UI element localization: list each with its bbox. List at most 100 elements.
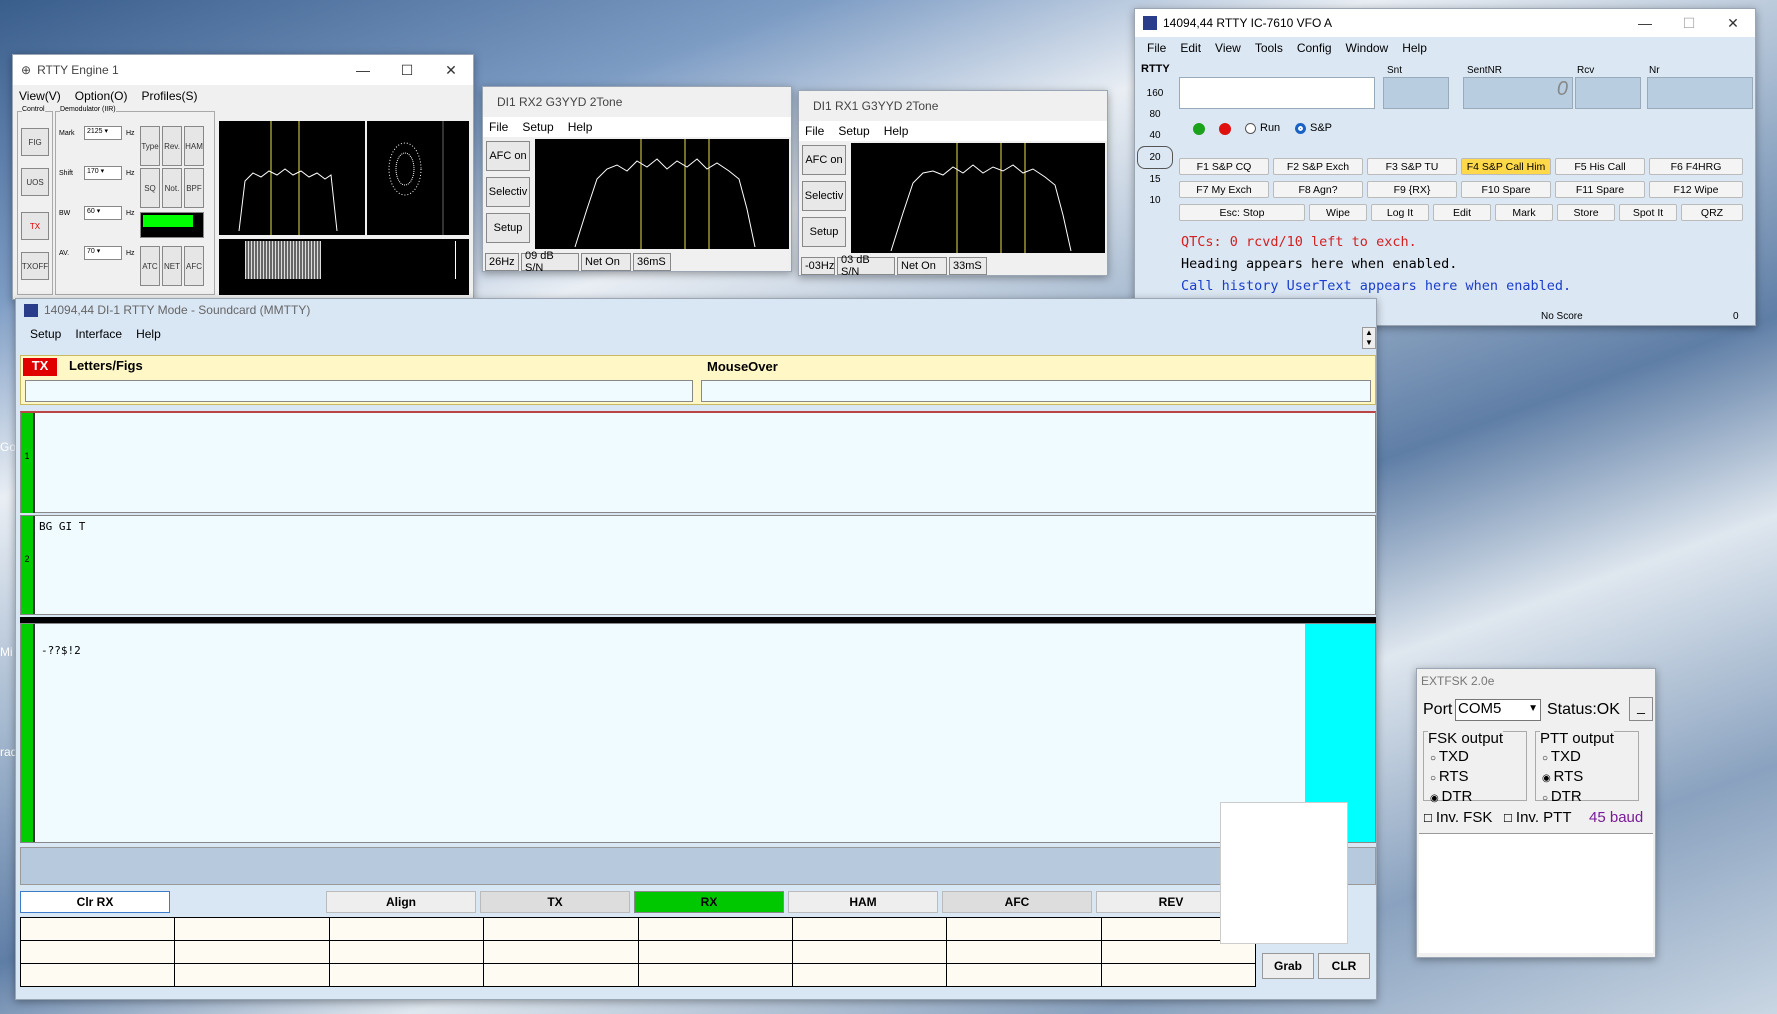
menu-window[interactable]: Window xyxy=(1346,41,1389,55)
selectiv-button[interactable]: Selectiv xyxy=(486,177,530,207)
bw-select[interactable]: 60 ▾ xyxy=(84,206,122,220)
f10-button[interactable]: F10 Spare xyxy=(1461,181,1551,198)
menu-view[interactable]: View(V) xyxy=(19,89,61,103)
macro-cell[interactable] xyxy=(328,940,485,964)
run-radio[interactable]: Run xyxy=(1245,122,1280,134)
not-button[interactable]: Not. xyxy=(162,168,182,208)
afc-button[interactable]: AFC xyxy=(942,891,1092,913)
afc-on-button[interactable]: AFC on xyxy=(486,141,530,171)
close-button[interactable]: ✕ xyxy=(429,62,473,79)
tx-button[interactable]: TX xyxy=(21,212,49,240)
menu-file[interactable]: File xyxy=(489,120,508,134)
f3-button[interactable]: F3 S&P TU xyxy=(1367,158,1457,175)
fsk-rts-radio[interactable]: ○ RTS xyxy=(1430,768,1472,788)
maximize-button[interactable]: ☐ xyxy=(385,62,429,79)
macro-cell[interactable] xyxy=(637,963,793,987)
net-button[interactable]: NET xyxy=(162,246,182,286)
band-15[interactable]: 15 xyxy=(1137,169,1173,190)
maximize-button[interactable]: ☐ xyxy=(1667,15,1711,32)
menu-profiles[interactable]: Profiles(S) xyxy=(141,89,197,103)
macro-cell[interactable] xyxy=(946,963,1102,987)
macro-cell[interactable] xyxy=(791,940,948,964)
inv-ptt-checkbox[interactable]: ☐ Inv. PTT xyxy=(1503,809,1571,826)
f9-button[interactable]: F9 {RX} xyxy=(1367,181,1457,198)
f6-button[interactable]: F6 F4HRG xyxy=(1649,158,1743,175)
macro-cell[interactable] xyxy=(1100,963,1257,987)
menu-help[interactable]: Help xyxy=(884,124,909,138)
band-80[interactable]: 80 xyxy=(1137,104,1173,125)
minimize-button[interactable]: — xyxy=(1623,15,1667,31)
macro-cell[interactable] xyxy=(946,917,1102,941)
menu-help[interactable]: Help xyxy=(1402,41,1427,55)
afc-on-button[interactable]: AFC on xyxy=(802,145,846,175)
spot-it-button[interactable]: Spot It xyxy=(1619,204,1677,221)
macro-cell[interactable] xyxy=(174,940,330,964)
log-it-button[interactable]: Log It xyxy=(1371,204,1429,221)
xy-scope[interactable] xyxy=(367,121,469,235)
menu-setup[interactable]: Setup xyxy=(30,327,61,341)
spectrum-scope[interactable] xyxy=(219,121,365,235)
macro-cell[interactable] xyxy=(483,917,639,941)
menu-setup[interactable]: Setup xyxy=(522,120,553,134)
macro-cell[interactable] xyxy=(483,940,639,964)
av-select[interactable]: 70 ▾ xyxy=(84,246,122,260)
band-10[interactable]: 10 xyxy=(1137,190,1173,211)
ham-button[interactable]: HAM xyxy=(788,891,938,913)
f1-button[interactable]: F1 S&P CQ xyxy=(1179,158,1269,175)
band-40[interactable]: 40 xyxy=(1137,125,1173,146)
tx-text-pane[interactable]: -??$!2 xyxy=(20,623,1376,843)
fsk-txd-radio[interactable]: ○ TXD xyxy=(1430,748,1472,768)
menu-view[interactable]: View xyxy=(1215,41,1241,55)
menu-help[interactable]: Help xyxy=(136,327,161,341)
minimize-button[interactable]: — xyxy=(341,62,385,78)
clr-rx-button[interactable]: Clr RX xyxy=(20,891,170,913)
mouseover-field[interactable] xyxy=(701,380,1371,402)
menu-option[interactable]: Option(O) xyxy=(75,89,128,103)
rcv-input[interactable] xyxy=(1575,77,1641,109)
store-button[interactable]: Store xyxy=(1557,204,1615,221)
macro-cell[interactable] xyxy=(19,963,176,987)
macro-cell[interactable] xyxy=(637,940,793,964)
f5-button[interactable]: F5 His Call xyxy=(1555,158,1645,175)
atc-button[interactable]: ATC xyxy=(140,246,160,286)
f7-button[interactable]: F7 My Exch xyxy=(1179,181,1269,198)
txoff-button[interactable]: TXOFF xyxy=(21,252,49,280)
afc-button[interactable]: AFC xyxy=(184,246,204,286)
f2-button[interactable]: F2 S&P Exch xyxy=(1273,158,1363,175)
port-select[interactable]: COM5 ▼ xyxy=(1455,699,1541,721)
menu-interface[interactable]: Interface xyxy=(75,327,122,341)
snt-input[interactable] xyxy=(1383,77,1449,109)
sentnr-input[interactable]: 0 xyxy=(1463,77,1573,109)
macro-cell[interactable] xyxy=(174,917,330,941)
ptt-rts-radio[interactable]: ◉ RTS xyxy=(1542,768,1583,788)
band-160[interactable]: 160 xyxy=(1137,83,1173,104)
ptt-txd-radio[interactable]: ○ TXD xyxy=(1542,748,1583,768)
f12-button[interactable]: F12 Wipe xyxy=(1649,181,1743,198)
ptt-dtr-radio[interactable]: ○ DTR xyxy=(1542,788,1583,808)
sq-button[interactable]: SQ xyxy=(140,168,160,208)
band-20[interactable]: 20 xyxy=(1137,146,1173,169)
menu-help[interactable]: Help xyxy=(568,120,593,134)
rev-button[interactable]: Rev. xyxy=(162,126,182,166)
clr-button[interactable]: CLR xyxy=(1318,953,1370,979)
rx2-text-pane[interactable]: 2 BG GI T xyxy=(20,515,1376,615)
bpf-button[interactable]: BPF xyxy=(184,168,204,208)
wipe-button[interactable]: Wipe xyxy=(1309,204,1367,221)
ham-button[interactable]: HAM xyxy=(184,126,204,166)
callsign-input[interactable] xyxy=(1179,77,1375,109)
rx1-text-pane[interactable]: 1 xyxy=(20,411,1376,513)
tx-badge[interactable]: TX xyxy=(23,358,57,376)
sp-radio[interactable]: S&P xyxy=(1295,122,1332,134)
rx2-spectrum[interactable] xyxy=(535,139,789,249)
waterfall-display[interactable] xyxy=(219,239,469,295)
setup-button[interactable]: Setup xyxy=(486,213,530,243)
macro-cell[interactable] xyxy=(19,917,176,941)
inv-fsk-checkbox[interactable]: ☐ Inv. FSK xyxy=(1423,809,1492,826)
f11-button[interactable]: F11 Spare xyxy=(1555,181,1645,198)
menu-tools[interactable]: Tools xyxy=(1255,41,1283,55)
setup-button[interactable]: Setup xyxy=(802,217,846,247)
macro-cell[interactable] xyxy=(946,940,1102,964)
close-button[interactable]: ✕ xyxy=(1711,15,1755,32)
tx-button[interactable]: TX xyxy=(480,891,630,913)
fsk-dtr-radio[interactable]: ◉ DTR xyxy=(1430,788,1472,808)
